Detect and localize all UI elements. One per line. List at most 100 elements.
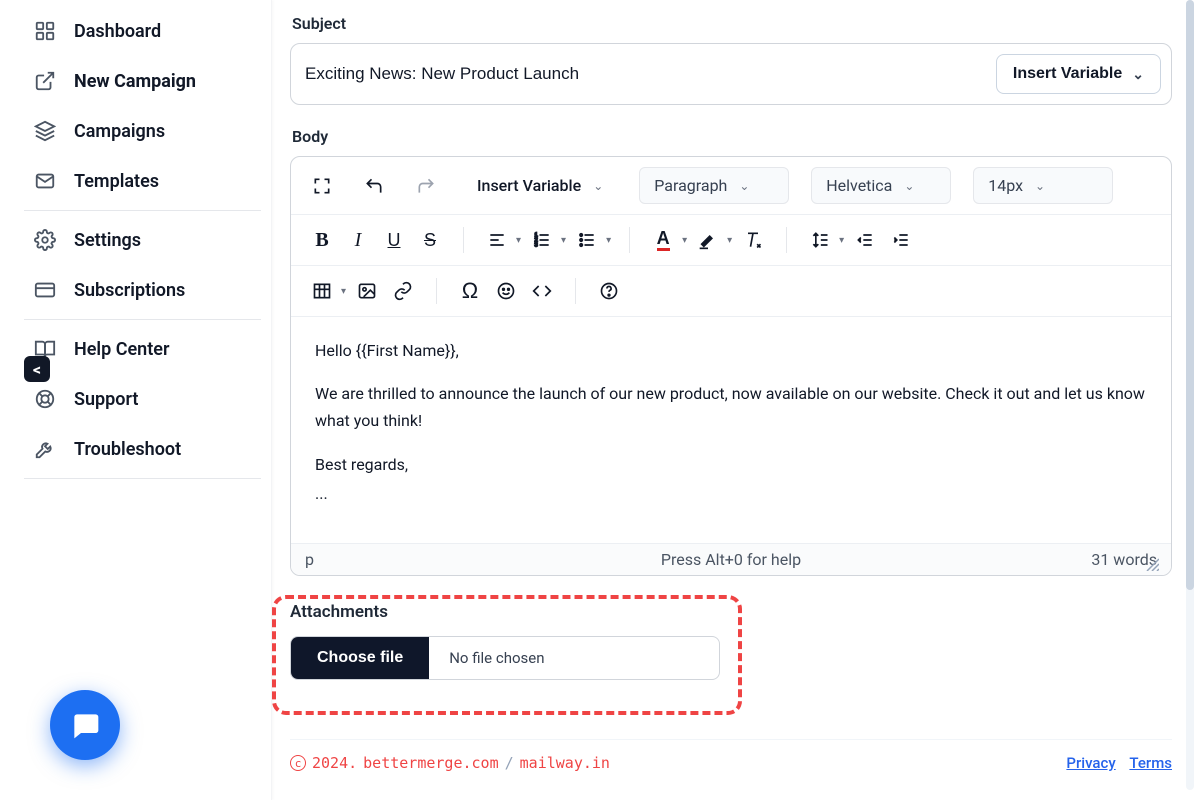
chevron-down-icon: ⌄ — [593, 179, 603, 193]
sidebar-item-label: Support — [74, 389, 138, 410]
sidebar-item-label: Subscriptions — [74, 280, 185, 301]
layers-icon — [34, 120, 56, 142]
chevron-left-icon: < — [33, 360, 41, 379]
outdent-button[interactable] — [850, 225, 880, 255]
sidebar-item-troubleshoot[interactable]: Troubleshoot — [24, 424, 261, 474]
chevron-down-icon: ▾ — [561, 235, 566, 246]
terms-link[interactable]: Terms — [1129, 754, 1172, 772]
sidebar-item-label: New Campaign — [74, 71, 196, 92]
sidebar-item-label: Troubleshoot — [74, 439, 181, 460]
body-paragraph: We are thrilled to announce the launch o… — [315, 380, 1147, 434]
emoji-button[interactable] — [491, 276, 521, 306]
block-format-dropdown[interactable]: Paragraph⌄ — [639, 167, 789, 204]
code-button[interactable] — [527, 276, 557, 306]
dashboard-icon — [34, 20, 56, 42]
body-paragraph: Hello {{First Name}}, — [315, 337, 1147, 364]
chevron-down-icon: ⌄ — [904, 179, 914, 193]
file-status-text: No file chosen — [429, 649, 564, 667]
toolbar-separator — [575, 278, 576, 304]
external-icon — [34, 70, 56, 92]
sidebar-item-settings[interactable]: Settings — [24, 215, 261, 265]
chevron-down-icon: ⌄ — [1132, 66, 1144, 83]
chat-fab-button[interactable] — [50, 690, 120, 760]
copyright-icon: c — [290, 755, 306, 771]
insert-variable-dropdown[interactable]: Insert Variable⌄ — [463, 168, 617, 203]
chevron-down-icon: ▾ — [727, 235, 732, 246]
underline-button[interactable]: U — [379, 225, 409, 255]
sidebar-item-help-center[interactable]: Help Center — [24, 324, 261, 374]
sidebar-item-new-campaign[interactable]: New Campaign — [24, 56, 261, 106]
sidebar-item-support[interactable]: Support — [24, 374, 261, 424]
chevron-down-icon: ▾ — [839, 235, 844, 246]
chevron-down-icon: ⌄ — [1035, 179, 1045, 193]
mail-icon — [34, 170, 56, 192]
bold-button[interactable]: B — [307, 225, 337, 255]
text-color-button[interactable]: A — [648, 225, 678, 255]
editor-toolbar-row-1: Insert Variable⌄ Paragraph⌄ Helvetica⌄ 1… — [291, 157, 1171, 215]
undo-button[interactable] — [359, 171, 389, 201]
special-char-button[interactable]: Ω — [455, 276, 485, 306]
sidebar-separator — [24, 478, 261, 479]
sidebar-item-label: Dashboard — [74, 21, 161, 42]
editor-status-bar: p Press Alt+0 for help 31 words — [291, 543, 1171, 575]
chevron-down-icon: ⌄ — [739, 179, 749, 193]
italic-button[interactable]: I — [343, 225, 373, 255]
toolbar-separator — [436, 278, 437, 304]
body-paragraph: ... — [315, 480, 1147, 507]
attachments-label: Attachments — [290, 602, 1172, 622]
line-height-button[interactable] — [805, 225, 835, 255]
help-button[interactable] — [594, 276, 624, 306]
sidebar-separator — [24, 319, 261, 320]
file-picker: Choose file No file chosen — [290, 636, 720, 680]
font-family-dropdown[interactable]: Helvetica⌄ — [811, 167, 951, 204]
subject-input[interactable] — [305, 64, 984, 84]
svg-text:3: 3 — [535, 243, 538, 249]
bullet-list-button[interactable] — [572, 225, 602, 255]
highlight-button[interactable] — [693, 225, 723, 255]
chevron-down-icon: ▾ — [341, 286, 346, 297]
body-paragraph: Best regards, — [315, 451, 1147, 478]
sidebar-item-templates[interactable]: Templates — [24, 156, 261, 206]
editor-help-hint: Press Alt+0 for help — [661, 550, 801, 569]
gear-icon — [34, 229, 56, 251]
chevron-down-icon: ▾ — [682, 235, 687, 246]
sidebar-item-dashboard[interactable]: Dashboard — [24, 6, 261, 56]
clear-formatting-button[interactable] — [738, 225, 768, 255]
footer: c 2024. bettermerge.com / mailway.in Pri… — [290, 739, 1172, 772]
editor-toolbar-row-2: B I U S ▾ 123 ▾ ▾ A ▾ ▾ — [291, 215, 1171, 266]
privacy-link[interactable]: Privacy — [1066, 754, 1115, 772]
subject-row: Insert Variable ⌄ — [290, 43, 1172, 105]
font-size-dropdown[interactable]: 14px⌄ — [973, 167, 1113, 204]
choose-file-button[interactable]: Choose file — [291, 637, 429, 679]
strikethrough-button[interactable]: S — [415, 225, 445, 255]
indent-button[interactable] — [886, 225, 916, 255]
align-button[interactable] — [482, 225, 512, 255]
sidebar-separator — [24, 210, 261, 211]
editor-path: p — [305, 550, 314, 569]
sidebar-item-campaigns[interactable]: Campaigns — [24, 106, 261, 156]
redo-button[interactable] — [411, 171, 441, 201]
ordered-list-button[interactable]: 123 — [527, 225, 557, 255]
chat-icon — [69, 709, 101, 741]
toolbar-separator — [786, 227, 787, 253]
chevron-down-icon: ▾ — [606, 235, 611, 246]
attachments-section: Attachments Choose file No file chosen — [290, 602, 1172, 680]
table-button[interactable] — [307, 276, 337, 306]
sidebar-collapse-button[interactable]: < — [24, 356, 50, 382]
scrollbar[interactable] — [1186, 0, 1194, 790]
sidebar-item-label: Templates — [74, 171, 159, 192]
sidebar-item-subscriptions[interactable]: Subscriptions — [24, 265, 261, 315]
resize-grip-icon[interactable] — [1143, 555, 1159, 571]
image-button[interactable] — [352, 276, 382, 306]
insert-variable-label: Insert Variable — [1013, 65, 1122, 83]
sidebar: Dashboard New Campaign Campaigns Templat… — [0, 0, 272, 800]
body-label: Body — [292, 127, 1172, 146]
footer-links: Privacy Terms — [1056, 754, 1172, 772]
chevron-down-icon: ▾ — [516, 235, 521, 246]
wrench-icon — [34, 438, 56, 460]
fullscreen-button[interactable] — [307, 171, 337, 201]
card-icon — [34, 279, 56, 301]
link-button[interactable] — [388, 276, 418, 306]
editor-content-area[interactable]: Hello {{First Name}}, We are thrilled to… — [291, 317, 1171, 543]
insert-variable-button[interactable]: Insert Variable ⌄ — [996, 54, 1161, 94]
